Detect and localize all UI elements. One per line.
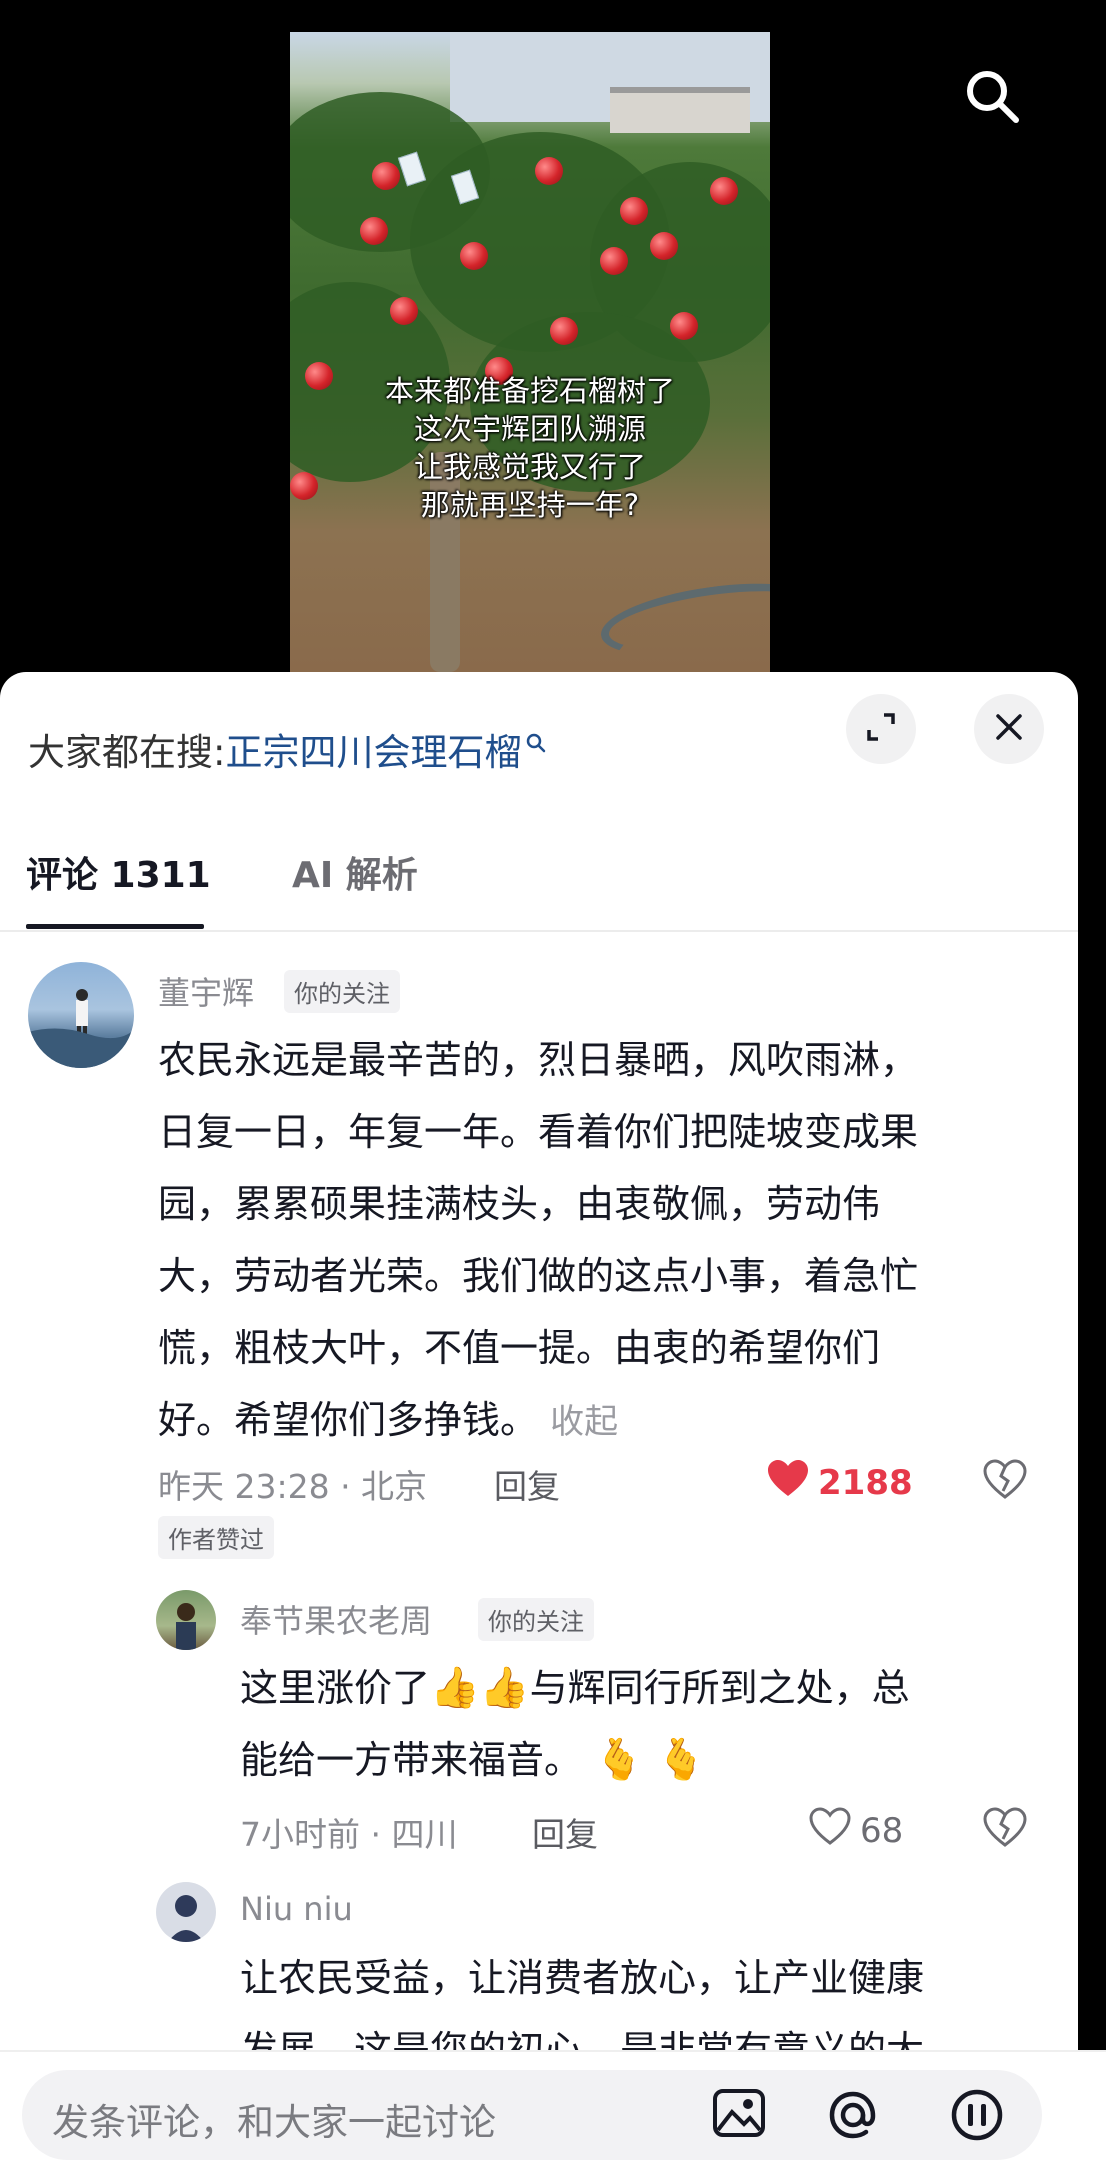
video-fruit <box>390 297 418 325</box>
comment-time-location: 昨天 23:28 · 北京 <box>158 1467 428 1506</box>
comment-segment: 与辉同行所到之处，总 <box>529 1666 910 1710</box>
close-icon <box>994 712 1024 746</box>
comment-line: 农民永远是最辛苦的，烈日暴晒，风吹雨淋， <box>158 1038 919 1082</box>
expand-icon <box>864 710 898 748</box>
video-fruit <box>372 162 400 190</box>
comment-text: 这里涨价了👍👍与辉同行所到之处，总 能给一方带来福音。 🫰 🫰 <box>240 1652 910 1796</box>
video-fruit <box>620 197 648 225</box>
broken-heart-icon <box>982 1459 1028 1504</box>
dislike-button[interactable] <box>982 1806 1028 1852</box>
tab-ai-analysis[interactable]: AI 解析 <box>292 846 418 898</box>
video-fruit <box>600 247 628 275</box>
video-player[interactable] <box>290 32 770 672</box>
comment-input-bar: 发条评论，和大家一起讨论 <box>0 2050 1106 2168</box>
video-building <box>610 87 750 133</box>
comment-line-1: 这里涨价了👍👍与辉同行所到之处，总 <box>240 1652 910 1724</box>
comment-line: 让农民受益，让消费者放心，让产业健康 <box>240 1956 925 2000</box>
following-badge: 你的关注 <box>478 1598 594 1641</box>
comment-sheet: 大家都在搜:正宗四川会理石榴 评论 1311 AI 解析 董宇辉 你的关注 农民… <box>0 672 1078 2166</box>
expand-button[interactable] <box>846 694 916 764</box>
comment-username[interactable]: 奉节果农老周 <box>240 1596 432 1642</box>
search-icon[interactable] <box>962 66 1022 126</box>
comment-line-last: 好。希望你们多挣钱。 收起 <box>158 1384 918 1458</box>
like-button[interactable]: 2188 <box>766 1458 913 1507</box>
divider <box>0 930 1078 932</box>
video-hose <box>596 571 770 669</box>
subtitle-line: 让我感觉我又行了 <box>413 450 646 484</box>
comment-line: 慌，粗枝大叶，不值一提。由衷的希望你们 <box>158 1326 881 1370</box>
comment-time-location: 7小时前 · 四川 <box>240 1815 458 1854</box>
video-fruit <box>460 242 488 270</box>
emoji-icon[interactable] <box>948 2088 1006 2146</box>
video-fruit <box>670 312 698 340</box>
broken-heart-icon <box>982 1807 1028 1852</box>
author-liked-badge: 作者赞过 <box>158 1516 274 1559</box>
search-small-icon <box>525 720 547 763</box>
heart-outline-icon <box>808 1806 852 1855</box>
trending-search[interactable]: 大家都在搜:正宗四川会理石榴 <box>28 722 547 776</box>
video-fruit <box>710 177 738 205</box>
image-icon[interactable] <box>712 2088 766 2142</box>
comment-line-2: 能给一方带来福音。 🫰 🫰 <box>240 1724 910 1796</box>
avatar[interactable] <box>156 1882 216 1942</box>
comment-segment: 这里涨价了 <box>240 1666 431 1710</box>
comment-username[interactable]: 董宇辉 <box>158 968 254 1014</box>
comment-input[interactable]: 发条评论，和大家一起讨论 <box>22 2070 1042 2160</box>
comment-username[interactable]: Niu niu <box>240 1890 353 1928</box>
video-fruit <box>650 232 678 260</box>
thumbs-up-icon: 👍 <box>479 1665 530 1711</box>
avatar[interactable] <box>156 1590 216 1650</box>
active-tab-indicator <box>26 924 204 929</box>
trending-search-keyword[interactable]: 正宗四川会理石榴 <box>225 731 521 774</box>
following-badge: 你的关注 <box>284 970 400 1013</box>
collapse-link[interactable]: 收起 <box>550 1402 618 1442</box>
comment-line: 好。希望你们多挣钱。 <box>158 1398 539 1442</box>
tab-comments[interactable]: 评论 1311 <box>26 846 211 898</box>
like-button[interactable]: 68 <box>808 1806 903 1855</box>
video-fruit <box>535 157 563 185</box>
mention-icon[interactable] <box>826 2088 880 2146</box>
dislike-button[interactable] <box>982 1458 1028 1504</box>
video-fruit <box>360 217 388 245</box>
comment-line: 日复一日，年复一年。看着你们把陡坡变成果 <box>158 1110 919 1154</box>
reply-button[interactable]: 回复 <box>532 1808 598 1856</box>
reply-button[interactable]: 回复 <box>494 1460 560 1508</box>
heart-filled-icon <box>766 1458 810 1507</box>
comment-line: 大，劳动者光荣。我们做的这点小事，着急忙 <box>158 1254 919 1298</box>
subtitle-line: 那就再坚持一年? <box>420 488 640 522</box>
close-button[interactable] <box>974 694 1044 764</box>
video-subtitles: 本来都准备挖石榴树了 这次宇辉团队溯源 让我感觉我又行了 那就再坚持一年? <box>290 372 770 524</box>
comment-text: 农民永远是最辛苦的，烈日暴晒，风吹雨淋， 日复一日，年复一年。看着你们把陡坡变成… <box>158 1024 918 1458</box>
subtitle-line: 本来都准备挖石榴树了 <box>384 374 675 408</box>
thumbs-up-icon: 👍 <box>430 1665 480 1711</box>
avatar[interactable] <box>28 962 134 1068</box>
subtitle-line: 这次宇辉团队溯源 <box>413 412 646 446</box>
comment-input-placeholder: 发条评论，和大家一起讨论 <box>52 2101 496 2144</box>
finger-heart-icon: 🫰 <box>594 1737 644 1783</box>
like-count: 68 <box>860 1810 904 1851</box>
comment-line: 园，累累硕果挂满枝头，由衷敬佩，劳动伟 <box>158 1182 881 1226</box>
trending-search-prefix: 大家都在搜: <box>28 731 226 774</box>
comment-segment: 能给一方带来福音。 <box>240 1738 583 1782</box>
video-fruit <box>550 317 578 345</box>
like-count: 2188 <box>818 1462 913 1503</box>
finger-heart-icon: 🫰 <box>656 1737 706 1783</box>
